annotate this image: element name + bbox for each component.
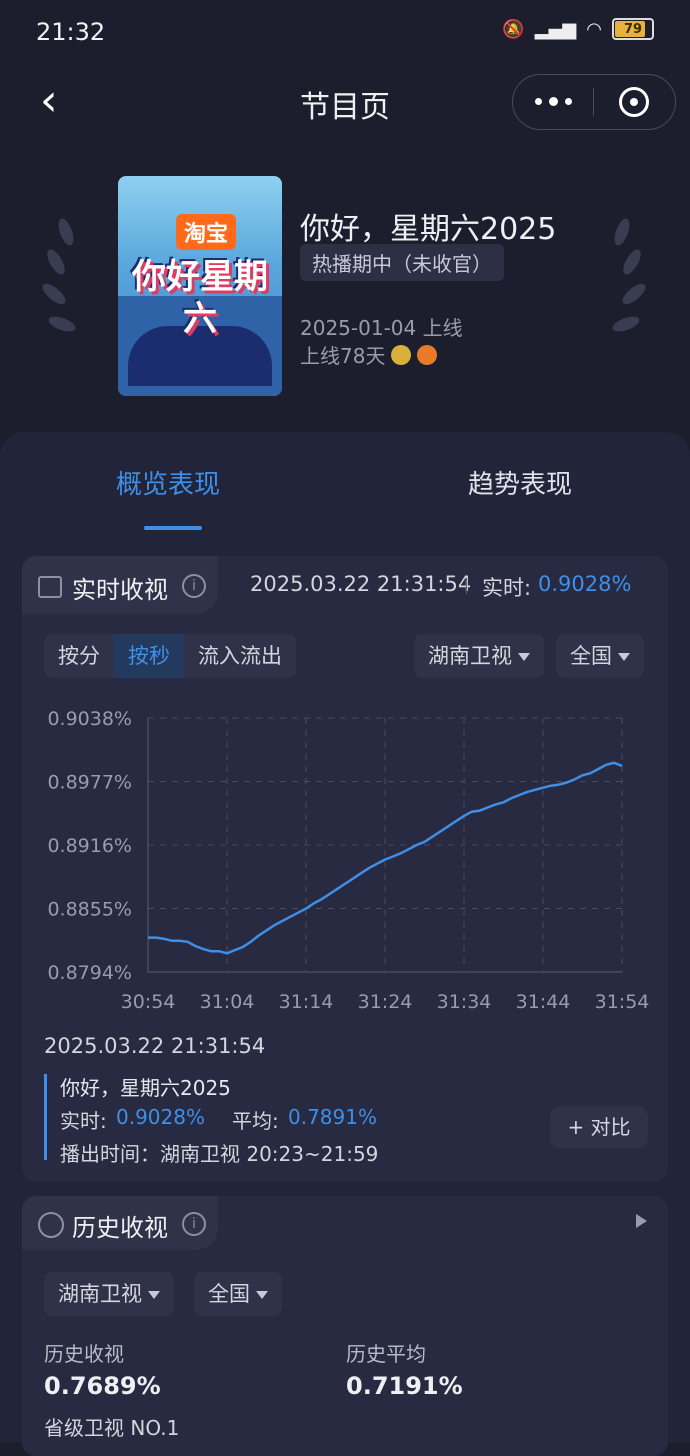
history-header: 历史收视 i bbox=[22, 1196, 218, 1250]
granularity-segment: 按分 按秒 流入流出 bbox=[44, 634, 296, 678]
platform-badge-icon bbox=[391, 344, 412, 365]
divider bbox=[466, 578, 467, 594]
tooltip-time: 2025.03.22 21:31:54 bbox=[44, 1034, 266, 1058]
poster-logo-text: 你好星期六 bbox=[132, 257, 268, 339]
y-tick-label: 0.8855% bbox=[47, 899, 132, 921]
segment-by-second[interactable]: 按秒 bbox=[114, 634, 184, 678]
show-poster[interactable]: 淘宝 你好星期六 bbox=[118, 176, 282, 396]
mini-program-capsule bbox=[512, 74, 676, 130]
caret-down-icon bbox=[518, 653, 530, 661]
x-tick-label: 31:14 bbox=[279, 991, 334, 1013]
region-dropdown-label: 全国 bbox=[570, 644, 612, 668]
close-target-icon[interactable] bbox=[594, 87, 674, 117]
segment-flow[interactable]: 流入流出 bbox=[184, 634, 296, 678]
mango-tv-icon bbox=[417, 344, 438, 365]
x-tick-label: 31:24 bbox=[358, 991, 413, 1013]
channel-dropdown-label: 湖南卫视 bbox=[428, 644, 512, 668]
compare-button[interactable]: + 对比 bbox=[550, 1106, 648, 1148]
x-tick-label: 30:54 bbox=[121, 991, 176, 1013]
history-average-value: 0.7191% bbox=[346, 1372, 463, 1400]
history-channel-label: 湖南卫视 bbox=[58, 1282, 142, 1306]
history-title: 历史收视 bbox=[72, 1214, 168, 1242]
tooltip-average-value: 0.7891% bbox=[288, 1105, 377, 1129]
history-channel-dropdown[interactable]: 湖南卫视 bbox=[44, 1272, 174, 1316]
battery-icon: 79 bbox=[612, 18, 654, 40]
history-average-label: 历史平均 bbox=[346, 1342, 426, 1366]
history-rating-value: 0.7689% bbox=[44, 1372, 161, 1400]
laurel-left-icon bbox=[42, 218, 76, 332]
info-icon[interactable]: i bbox=[182, 574, 206, 598]
laurel-right-icon bbox=[612, 218, 646, 332]
y-tick-label: 0.9038% bbox=[47, 708, 132, 730]
history-region-dropdown[interactable]: 全国 bbox=[194, 1272, 282, 1316]
history-icon bbox=[38, 1212, 64, 1238]
tooltip-accent-bar bbox=[44, 1074, 47, 1160]
channel-dropdown[interactable]: 湖南卫视 bbox=[414, 634, 544, 678]
more-icon[interactable] bbox=[513, 97, 593, 106]
tab-overview[interactable]: 概览表现 bbox=[116, 464, 220, 501]
status-icons: 🔕 ▂▄▆ ◠ 79 bbox=[502, 18, 654, 40]
caret-down-icon bbox=[256, 1291, 268, 1299]
show-title: 你好，星期六2025 bbox=[300, 212, 557, 247]
tab-indicator bbox=[144, 526, 202, 530]
history-rating-label: 历史收视 bbox=[44, 1342, 124, 1366]
realtime-title: 实时收视 bbox=[72, 576, 168, 604]
y-tick-label: 0.8916% bbox=[47, 835, 132, 857]
x-tick-label: 31:44 bbox=[516, 991, 571, 1013]
signal-icon: ▂▄▆ bbox=[534, 18, 577, 40]
tooltip-average-label: 平均: bbox=[232, 1109, 279, 1133]
tv-icon bbox=[38, 576, 62, 598]
days-online-text: 上线78天 bbox=[300, 344, 386, 368]
caret-down-icon bbox=[618, 653, 630, 661]
segment-by-minute[interactable]: 按分 bbox=[44, 634, 114, 678]
x-tick-label: 31:04 bbox=[200, 991, 255, 1013]
tooltip-show-name: 你好，星期六2025 bbox=[60, 1076, 231, 1100]
y-tick-label: 0.8977% bbox=[47, 772, 132, 794]
status-time: 21:32 bbox=[36, 18, 106, 46]
wifi-icon: ◠ bbox=[586, 18, 602, 40]
history-region-label: 全国 bbox=[208, 1282, 250, 1306]
region-dropdown[interactable]: 全国 bbox=[556, 634, 644, 678]
realtime-timestamp: 2025.03.22 21:31:54 bbox=[250, 572, 472, 596]
info-icon[interactable]: i bbox=[182, 1212, 206, 1236]
realtime-label: 实时: bbox=[482, 576, 532, 600]
mute-icon: 🔕 bbox=[502, 18, 525, 40]
poster-brand: 淘宝 bbox=[176, 214, 237, 250]
realtime-chart[interactable]: 0.9038% 0.8977% 0.8916% 0.8855% 0.8794% 30:5… bbox=[30, 700, 660, 1020]
play-arrow-icon[interactable] bbox=[636, 1214, 647, 1228]
tab-trend[interactable]: 趋势表现 bbox=[468, 464, 572, 501]
realtime-value: 0.9028% bbox=[538, 572, 632, 596]
caret-down-icon bbox=[148, 1291, 160, 1299]
tooltip-realtime-value: 0.9028% bbox=[116, 1105, 205, 1129]
days-online: 上线78天 bbox=[300, 340, 438, 369]
tooltip-realtime-label: 实时: bbox=[60, 1109, 107, 1133]
x-tick-label: 31:34 bbox=[437, 991, 492, 1013]
realtime-header: 实时收视 i bbox=[22, 556, 218, 614]
history-rank: 省级卫视 NO.1 bbox=[44, 1416, 180, 1440]
battery-level: 79 bbox=[623, 21, 643, 37]
tooltip-air-time: 播出时间：湖南卫视 20:23~21:59 bbox=[60, 1142, 379, 1166]
x-tick-label: 31:54 bbox=[595, 991, 650, 1013]
y-tick-label: 0.8794% bbox=[47, 962, 132, 984]
show-status-badge: 热播期中（未收官） bbox=[300, 244, 504, 281]
premiere-date: 2025-01-04 上线 bbox=[300, 316, 463, 340]
